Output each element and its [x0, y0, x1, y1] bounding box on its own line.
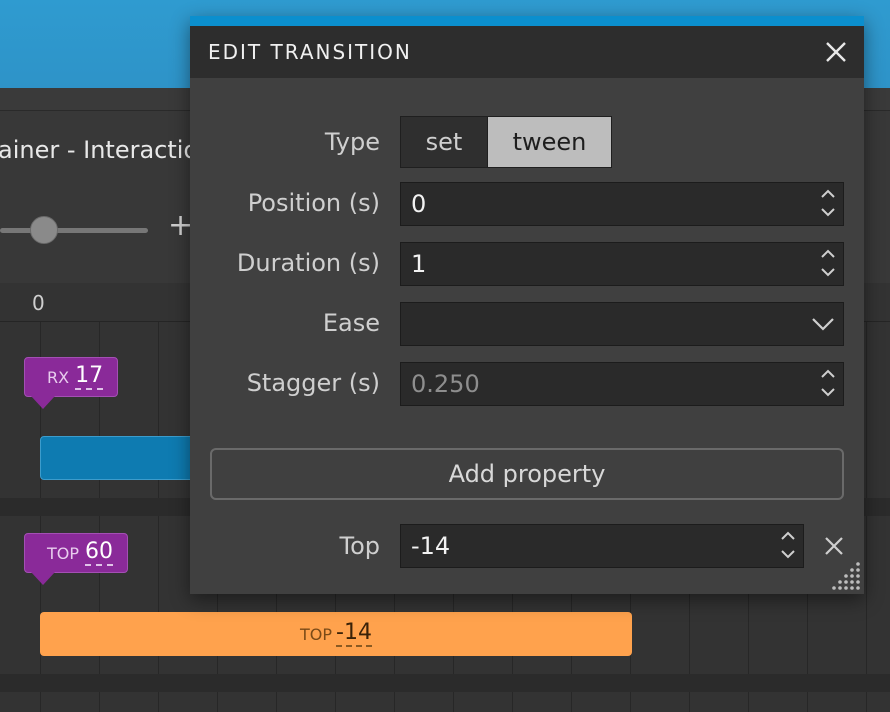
zoom-slider-track[interactable]	[0, 228, 148, 233]
ease-value[interactable]	[401, 303, 803, 345]
remove-property-icon[interactable]	[822, 534, 846, 558]
duration-field	[400, 242, 844, 286]
ruler-tick-zero: 0	[32, 291, 45, 315]
add-property-button[interactable]: Add property	[210, 448, 844, 500]
edit-transition-dialog: EDIT TRANSITION Type set tween Position …	[190, 16, 864, 594]
type-option-set[interactable]: set	[401, 117, 487, 167]
bar-value[interactable]: -14	[336, 621, 372, 647]
bar-label: TOP	[300, 624, 333, 644]
stagger-stepper[interactable]	[813, 364, 843, 404]
spinner-down-icon	[821, 208, 835, 217]
duration-label: Duration (s)	[236, 249, 380, 277]
property-stepper-top[interactable]	[773, 526, 803, 566]
position-label: Position (s)	[247, 189, 380, 217]
property-field-top	[400, 524, 804, 568]
marker-value[interactable]: 17	[75, 364, 104, 390]
type-option-tween[interactable]: tween	[487, 117, 611, 167]
track-separator	[0, 674, 890, 692]
position-stepper[interactable]	[813, 184, 843, 224]
spinner-down-icon	[781, 550, 795, 559]
transition-bar-top[interactable]: TOP -14	[40, 612, 632, 656]
spinner-up-icon	[781, 531, 795, 540]
stagger-input[interactable]	[401, 363, 813, 405]
marker-label: TOP	[47, 543, 80, 563]
spinner-down-icon	[821, 268, 835, 277]
marker-label: RX	[47, 367, 70, 387]
ease-select[interactable]	[400, 302, 844, 346]
keyframe-marker-top[interactable]: TOP 60	[24, 533, 129, 585]
property-label-top: Top	[339, 532, 381, 560]
zoom-slider-handle[interactable]	[30, 216, 58, 244]
dialog-header: EDIT TRANSITION	[190, 26, 864, 78]
type-label: Type	[324, 128, 380, 156]
resize-grip-icon[interactable]	[826, 556, 862, 592]
position-input[interactable]	[401, 183, 813, 225]
stagger-field	[400, 362, 844, 406]
dialog-title: EDIT TRANSITION	[208, 40, 412, 64]
spinner-up-icon	[821, 189, 835, 198]
chevron-down-icon[interactable]	[803, 304, 843, 344]
transition-bar-rx[interactable]	[40, 436, 200, 480]
marker-value[interactable]: 60	[85, 540, 114, 566]
close-icon[interactable]	[822, 38, 850, 66]
position-field	[400, 182, 844, 226]
duration-stepper[interactable]	[813, 244, 843, 284]
ease-label: Ease	[322, 309, 380, 337]
type-toggle: set tween	[400, 116, 612, 168]
spinner-up-icon	[821, 369, 835, 378]
property-input-top[interactable]	[401, 525, 773, 567]
spinner-up-icon	[821, 249, 835, 258]
keyframe-marker-rx[interactable]: RX 17	[24, 357, 119, 409]
panel-title: ainer - Interactio	[0, 136, 199, 164]
stagger-label: Stagger (s)	[246, 369, 380, 397]
spinner-down-icon	[821, 388, 835, 397]
duration-input[interactable]	[401, 243, 813, 285]
